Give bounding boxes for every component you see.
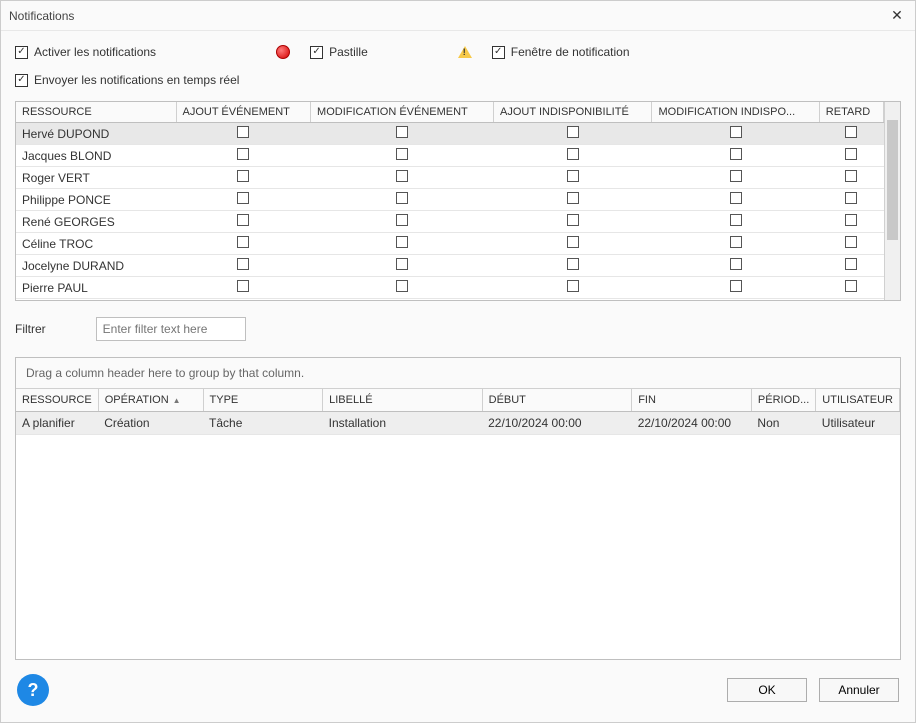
cancel-button[interactable]: Annuler bbox=[819, 678, 899, 702]
grid-checkbox[interactable] bbox=[845, 236, 857, 248]
grid-checkbox[interactable] bbox=[396, 126, 408, 138]
table-row[interactable]: Pierre PAUL bbox=[16, 277, 884, 299]
grid-checkbox[interactable] bbox=[845, 170, 857, 182]
col-ajout-indispo[interactable]: AJOUT INDISPONIBILITÉ bbox=[494, 102, 652, 123]
filter-label: Filtrer bbox=[15, 322, 46, 336]
grid-checkbox[interactable] bbox=[845, 214, 857, 226]
table-row[interactable]: Hervé DUPOND bbox=[16, 123, 884, 145]
table-row[interactable]: Jocelyne DURAND bbox=[16, 255, 884, 277]
grid-checkbox[interactable] bbox=[396, 148, 408, 160]
realtime-label: Envoyer les notifications en temps réel bbox=[34, 73, 239, 87]
grid-checkbox[interactable] bbox=[237, 170, 249, 182]
sort-arrow-icon: ▲ bbox=[173, 396, 181, 405]
filter-input[interactable] bbox=[96, 317, 246, 341]
col2-debut[interactable]: DÉBUT bbox=[482, 389, 632, 412]
grid-checkbox[interactable] bbox=[237, 126, 249, 138]
col2-operation[interactable]: OPÉRATION▲ bbox=[98, 389, 203, 412]
grid-checkbox[interactable] bbox=[396, 170, 408, 182]
col2-libelle[interactable]: LIBELLÉ bbox=[323, 389, 483, 412]
resource-name: Pierre PAUL bbox=[16, 277, 176, 299]
resource-name: Roger VERT bbox=[16, 167, 176, 189]
grid-checkbox[interactable] bbox=[845, 192, 857, 204]
grid-checkbox[interactable] bbox=[730, 148, 742, 160]
grid-checkbox[interactable] bbox=[237, 192, 249, 204]
table-row[interactable]: René GEORGES bbox=[16, 211, 884, 233]
grid-checkbox[interactable] bbox=[845, 148, 857, 160]
grid-checkbox[interactable] bbox=[730, 236, 742, 248]
grid-checkbox[interactable] bbox=[567, 148, 579, 160]
grid-checkbox[interactable] bbox=[567, 170, 579, 182]
grid-checkbox[interactable] bbox=[396, 280, 408, 292]
realtime-checkbox[interactable] bbox=[15, 74, 28, 87]
window-title: Notifications bbox=[9, 9, 74, 23]
col-ressource[interactable]: RESSOURCE bbox=[16, 102, 176, 123]
help-button[interactable]: ? bbox=[17, 674, 49, 706]
grid-checkbox[interactable] bbox=[567, 126, 579, 138]
notif-window-label: Fenêtre de notification bbox=[511, 45, 630, 59]
table-row[interactable]: Jacques BLOND bbox=[16, 145, 884, 167]
grid-checkbox[interactable] bbox=[567, 192, 579, 204]
grid-checkbox[interactable] bbox=[237, 148, 249, 160]
grid-checkbox[interactable] bbox=[567, 236, 579, 248]
grid-checkbox[interactable] bbox=[567, 214, 579, 226]
resource-name: Hervé DUPOND bbox=[16, 123, 176, 145]
resource-name: Philippe PONCE bbox=[16, 189, 176, 211]
notif-window-checkbox[interactable] bbox=[492, 46, 505, 59]
pastille-checkbox[interactable] bbox=[310, 46, 323, 59]
grid-checkbox[interactable] bbox=[730, 126, 742, 138]
grid-checkbox[interactable] bbox=[845, 258, 857, 270]
grid-checkbox[interactable] bbox=[845, 126, 857, 138]
col2-utilisateur[interactable]: UTILISATEUR bbox=[816, 389, 900, 412]
grid-checkbox[interactable] bbox=[396, 258, 408, 270]
col-modif-evenement[interactable]: MODIFICATION ÉVÉNEMENT bbox=[311, 102, 494, 123]
col2-fin[interactable]: FIN bbox=[632, 389, 752, 412]
grid-checkbox[interactable] bbox=[396, 214, 408, 226]
resources-grid[interactable]: RESSOURCE AJOUT ÉVÉNEMENT MODIFICATION É… bbox=[15, 101, 901, 301]
grid-checkbox[interactable] bbox=[567, 280, 579, 292]
ok-button[interactable]: OK bbox=[727, 678, 807, 702]
grid-checkbox[interactable] bbox=[730, 258, 742, 270]
grid-checkbox[interactable] bbox=[396, 192, 408, 204]
grid-checkbox[interactable] bbox=[396, 236, 408, 248]
grid-checkbox[interactable] bbox=[730, 280, 742, 292]
events-grid[interactable]: Drag a column header here to group by th… bbox=[15, 357, 901, 660]
resource-name: Jacques BLOND bbox=[16, 145, 176, 167]
table-row[interactable]: Roger VERT bbox=[16, 167, 884, 189]
col-retard[interactable]: RETARD bbox=[819, 102, 883, 123]
red-dot-icon bbox=[276, 45, 290, 59]
grid-checkbox[interactable] bbox=[730, 192, 742, 204]
col-modif-indispo[interactable]: MODIFICATION INDISPO... bbox=[652, 102, 819, 123]
grid-checkbox[interactable] bbox=[845, 280, 857, 292]
table-row[interactable]: A planifier Création Tâche Installation … bbox=[16, 412, 900, 435]
col2-type[interactable]: TYPE bbox=[203, 389, 323, 412]
resources-scrollbar[interactable] bbox=[884, 102, 900, 300]
grid-checkbox[interactable] bbox=[237, 280, 249, 292]
resource-name: René GEORGES bbox=[16, 211, 176, 233]
titlebar: Notifications ✕ bbox=[1, 1, 915, 31]
grid-checkbox[interactable] bbox=[730, 170, 742, 182]
col2-periode[interactable]: PÉRIOD... bbox=[751, 389, 815, 412]
resource-name: Jocelyne DURAND bbox=[16, 255, 176, 277]
table-row[interactable]: Céline TROC bbox=[16, 233, 884, 255]
warning-icon bbox=[458, 46, 472, 58]
grid-checkbox[interactable] bbox=[237, 258, 249, 270]
activate-notifications-label: Activer les notifications bbox=[34, 45, 156, 59]
table-row[interactable]: Philippe PONCE bbox=[16, 189, 884, 211]
pastille-label: Pastille bbox=[329, 45, 368, 59]
col2-ressource[interactable]: RESSOURCE bbox=[16, 389, 98, 412]
activate-notifications-checkbox[interactable] bbox=[15, 46, 28, 59]
close-icon[interactable]: ✕ bbox=[887, 6, 907, 26]
grid-checkbox[interactable] bbox=[730, 214, 742, 226]
col-ajout-evenement[interactable]: AJOUT ÉVÉNEMENT bbox=[176, 102, 311, 123]
resource-name: Céline TROC bbox=[16, 233, 176, 255]
group-by-bar[interactable]: Drag a column header here to group by th… bbox=[16, 358, 900, 389]
grid-checkbox[interactable] bbox=[237, 236, 249, 248]
grid-checkbox[interactable] bbox=[567, 258, 579, 270]
notifications-dialog: Notifications ✕ Activer les notification… bbox=[0, 0, 916, 723]
grid-checkbox[interactable] bbox=[237, 214, 249, 226]
